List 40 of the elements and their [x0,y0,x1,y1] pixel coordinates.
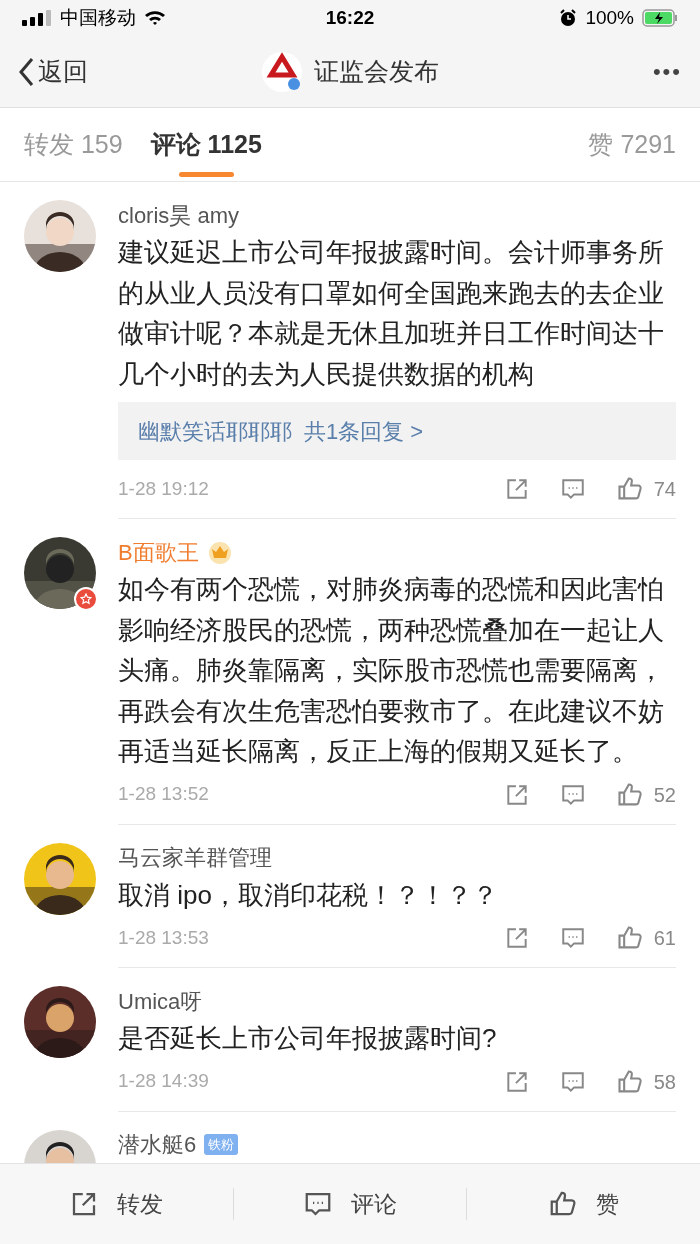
comment-text: 建议延迟上市公司年报披露时间。会计师事务所的从业人员没有口罩如何全国跑来跑去的去企业做审计呢？本就是无休且加班并日工作时间达十几个小时的去为人民提供数据的机构 [118,236,665,391]
comment-button[interactable]: 评论 [233,1186,467,1222]
signal-icon [22,10,52,26]
reply-count-link[interactable]: 共1条回复 > [304,414,424,448]
reply-button[interactable] [559,476,586,502]
page-title: 证监会发布 [313,55,439,87]
back-icon [18,56,34,87]
user-name[interactable]: Umica呀 [118,984,203,1018]
reply-preview[interactable]: 幽默笑话耶耶耶 共1条回复 > [118,402,676,460]
user-name[interactable]: 马云家羊群管理 [118,841,272,874]
logo-icon [261,51,302,92]
reply-user-link[interactable]: 幽默笑话耶耶耶 [138,414,292,448]
comment-text: 取消 ipo，取消印花税！？！？？ [118,878,499,912]
star-badge-icon [74,587,98,611]
alarm-icon [559,9,578,27]
comment-time: 1-28 19:12 [118,476,210,501]
comment-text: 是否延长上市公司年报披露时间? [118,1022,498,1055]
battery-percentage: 100% [585,5,634,30]
like-button[interactable]: 赞 [467,1186,700,1222]
fan-badge: 铁粉 [204,1133,239,1156]
back-button[interactable]: 返回 [18,52,88,91]
like-button[interactable]: 61 [615,923,676,953]
crown-icon [206,540,233,564]
like-button[interactable]: 74 [615,474,676,504]
comment-time: 1-28 14:39 [118,1069,210,1094]
comment-time: 1-28 13:52 [118,782,210,807]
user-name[interactable]: 潜水艇6 [118,1128,197,1161]
comment-time: 1-28 13:53 [118,925,210,950]
reply-button[interactable] [559,925,586,951]
clock-time: 16:22 [325,5,375,30]
repost-button[interactable]: 转发 [0,1186,233,1222]
wifi-icon [144,10,166,26]
battery-icon [642,9,678,27]
carrier-name: 中国移动 [60,5,136,30]
like-button[interactable]: 52 [615,779,676,810]
like-button[interactable]: 58 [615,1066,676,1097]
tab[interactable]: 评论 1125 [150,108,262,181]
more-button[interactable]: ••• [652,55,682,88]
user-name[interactable]: cloris昊 amy [118,198,239,232]
comment-text: 如今有两个恐慌，对肺炎病毒的恐慌和因此害怕影响经济股民的恐慌，两种恐慌叠加在一起让人头痛。肺炎靠隔离，实际股市恐慌也需要隔离，再跌会有次生危害恐怕要救市了。在此建议不妨再适当延长隔离，反正上海的假期又延长了。 [118,573,665,768]
